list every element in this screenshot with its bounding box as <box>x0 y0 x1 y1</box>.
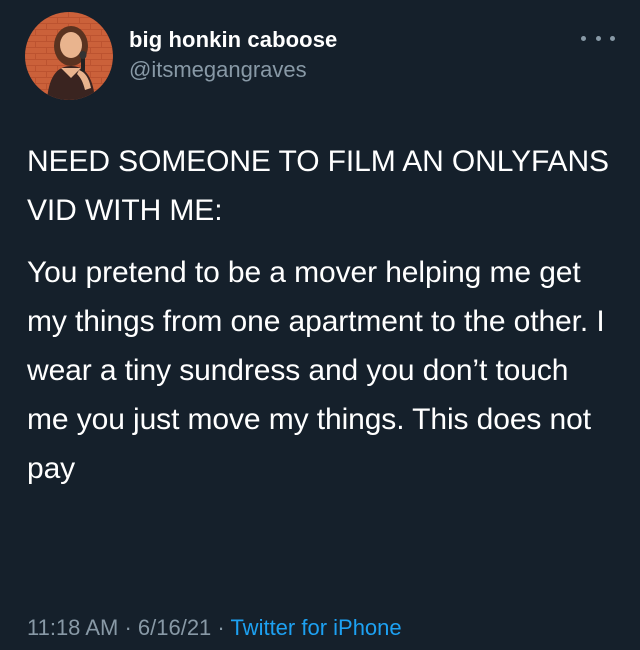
more-horizontal-icon[interactable] <box>581 28 615 48</box>
tweet-paragraph: NEED SOMEONE TO FILM AN ONLYFANS VID WIT… <box>27 145 609 227</box>
author-names[interactable]: big honkin caboose @itsmegangraves <box>129 26 337 84</box>
tweet-time[interactable]: 11:18 AM <box>27 615 118 640</box>
tweet-header: big honkin caboose @itsmegangraves <box>25 12 615 102</box>
user-handle[interactable]: @itsmegangraves <box>129 56 337 84</box>
avatar[interactable] <box>25 12 113 100</box>
tweet-date[interactable]: 6/16/21 <box>138 615 211 640</box>
tweet-card: big honkin caboose @itsmegangraves NEED … <box>0 0 640 650</box>
avatar-image <box>25 12 113 100</box>
tweet-text: NEED SOMEONE TO FILM AN ONLYFANS VID WIT… <box>27 137 617 493</box>
more-dot <box>581 35 586 41</box>
tweet-paragraph: You pretend to be a mover helping me get… <box>27 256 605 485</box>
tweet-source-link[interactable]: Twitter for iPhone <box>230 615 401 640</box>
more-dot <box>595 35 601 41</box>
more-dot <box>610 35 615 41</box>
tweet-meta: 11:18 AM · 6/16/21 · Twitter for iPhone <box>27 614 402 642</box>
meta-separator: · <box>211 615 231 640</box>
meta-separator: · <box>118 615 138 640</box>
display-name[interactable]: big honkin caboose <box>129 26 337 54</box>
